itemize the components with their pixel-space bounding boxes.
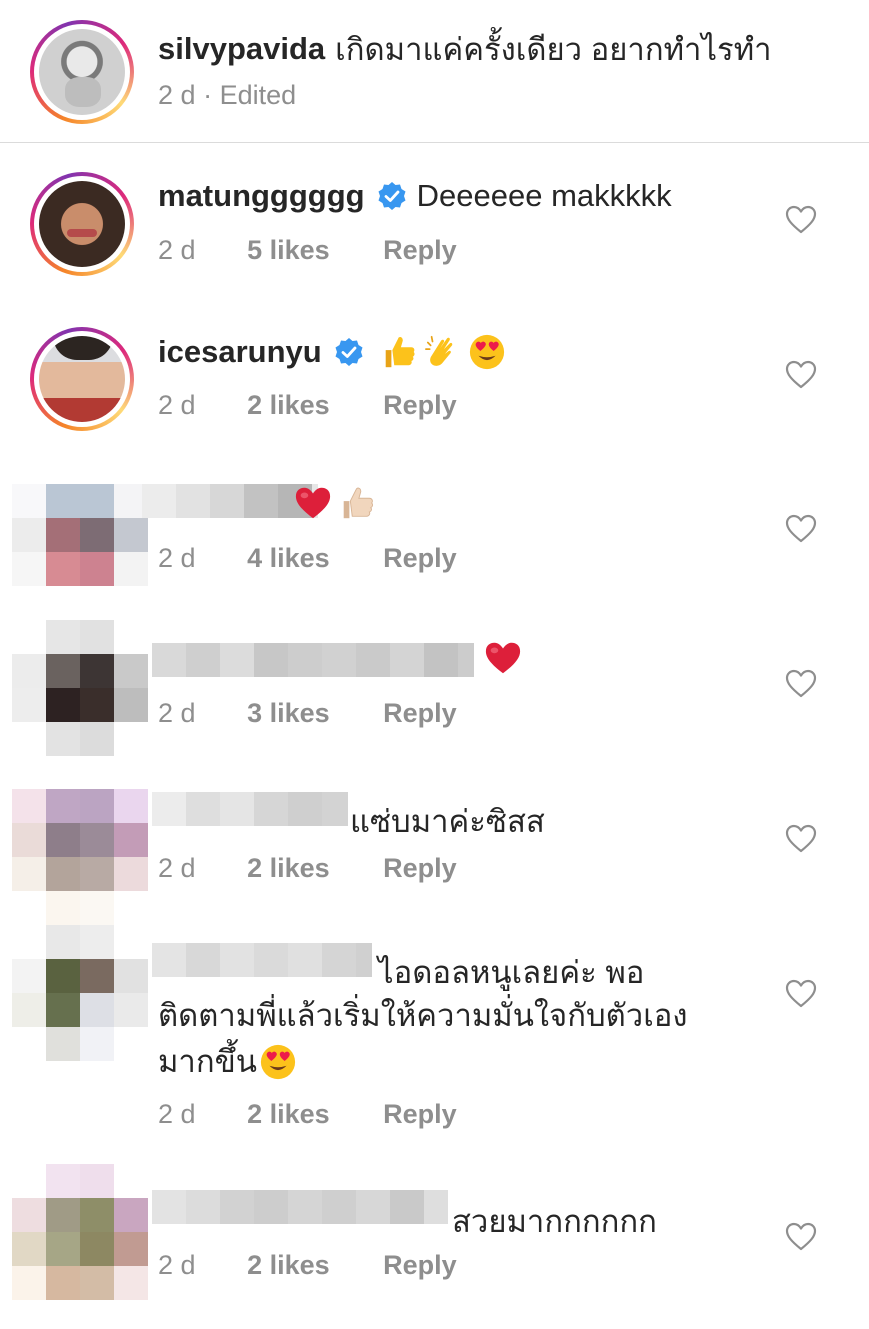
heart-outline-icon[interactable]	[785, 979, 817, 1009]
reply-button[interactable]: Reply	[383, 543, 457, 573]
pixelated-avatar[interactable]	[12, 484, 148, 586]
pixelated-avatar[interactable]	[12, 1164, 148, 1300]
comment-meta: 2 d 3 likes Reply	[158, 698, 457, 729]
reply-button[interactable]: Reply	[383, 1099, 457, 1129]
caption-time: 2 d	[158, 80, 196, 110]
pixelated-avatar[interactable]	[12, 789, 148, 925]
caption-text: เกิดมาแค่ครั้งเดียว อยากทำไรทำ	[335, 32, 772, 67]
comment-text-line3: มากขึ้น	[158, 1044, 257, 1079]
comment-text-line2: ติดตามพี่แล้วเริ่มให้ความมั่นใจกับตัวเอง	[158, 998, 688, 1033]
comment-text: แซ่บมาค่ะซิสส	[350, 804, 545, 839]
comment-time: 2 d	[158, 1099, 196, 1129]
comment-time: 2 d	[158, 543, 196, 573]
comment-time: 2 d	[158, 390, 196, 420]
reply-button[interactable]: Reply	[383, 235, 457, 265]
comment-time: 2 d	[158, 698, 196, 728]
caption-edited: Edited	[219, 80, 297, 110]
pixelated-avatar[interactable]	[12, 925, 148, 1061]
verified-badge-icon	[334, 337, 364, 367]
clapping-hands-emoji-icon	[424, 333, 462, 371]
heart-outline-icon[interactable]	[785, 205, 817, 235]
caption-meta: 2 d · Edited	[158, 80, 296, 111]
comment-likes[interactable]: 2 likes	[247, 1250, 330, 1280]
pixelated-username[interactable]	[152, 643, 474, 677]
comment-meta: 2 d 2 likes Reply	[158, 390, 457, 421]
comment-likes[interactable]: 2 likes	[247, 390, 330, 420]
heart-outline-icon[interactable]	[785, 1222, 817, 1252]
pixelated-username[interactable]	[152, 943, 372, 977]
comment-text: Deeeeee makkkkk	[416, 178, 672, 213]
comment-meta: 2 d 5 likes Reply	[158, 235, 457, 266]
heart-eyes-emoji-icon	[259, 1043, 297, 1081]
commenter-avatar[interactable]	[30, 327, 134, 431]
comment-likes[interactable]: 4 likes	[247, 543, 330, 573]
red-heart-emoji-icon	[484, 639, 522, 677]
comment-meta: 2 d 2 likes Reply	[158, 853, 457, 884]
comment-likes[interactable]: 2 likes	[247, 853, 330, 883]
commenter-username[interactable]: icesarunyu	[158, 334, 322, 370]
comment-meta: 2 d 2 likes Reply	[158, 1099, 457, 1130]
caption-username[interactable]: silvypavida	[158, 31, 325, 67]
pixelated-username[interactable]	[152, 1190, 448, 1224]
comment-time: 2 d	[158, 235, 196, 265]
comment-meta: 2 d 4 likes Reply	[158, 543, 457, 574]
commenter-username[interactable]: matungggggg	[158, 178, 365, 214]
thumbs-up-emoji-icon	[380, 333, 418, 371]
caption-avatar[interactable]	[30, 20, 134, 124]
comment-text-continued: ติดตามพี่แล้วเริ่มให้ความมั่นใจกับตัวเอง…	[158, 993, 688, 1085]
reply-button[interactable]: Reply	[383, 390, 457, 420]
post-caption: silvypavida เกิดมาแค่ครั้งเดียว อยากทำไร…	[0, 0, 869, 143]
caption-separator: ·	[203, 80, 213, 110]
comment-time: 2 d	[158, 853, 196, 883]
comment-likes[interactable]: 2 likes	[247, 1099, 330, 1129]
comment-likes[interactable]: 3 likes	[247, 698, 330, 728]
comment-text-line1: ไอดอลหนูเลยค่ะ พอ	[378, 955, 645, 990]
heart-outline-icon[interactable]	[785, 360, 817, 390]
heart-outline-icon[interactable]	[785, 824, 817, 854]
comment-meta: 2 d 2 likes Reply	[158, 1250, 457, 1281]
red-heart-emoji-icon	[294, 484, 332, 522]
pixelated-avatar[interactable]	[12, 620, 148, 756]
comment-time: 2 d	[158, 1250, 196, 1280]
reply-button[interactable]: Reply	[383, 853, 457, 883]
verified-badge-icon	[377, 181, 407, 211]
commenter-avatar[interactable]	[30, 172, 134, 276]
reply-button[interactable]: Reply	[383, 698, 457, 728]
heart-outline-icon[interactable]	[785, 514, 817, 544]
comment-text: สวยมากกกกกก	[452, 1204, 657, 1239]
heart-eyes-emoji-icon	[468, 333, 506, 371]
reply-button[interactable]: Reply	[383, 1250, 457, 1280]
pixelated-username[interactable]	[152, 792, 348, 826]
heart-outline-icon[interactable]	[785, 669, 817, 699]
thumbs-up-light-emoji-icon	[338, 484, 376, 522]
comment-likes[interactable]: 5 likes	[247, 235, 330, 265]
